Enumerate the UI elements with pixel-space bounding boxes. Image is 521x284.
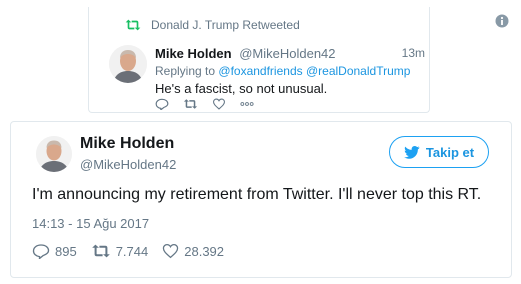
info-icon[interactable] [495,14,509,28]
avatar-image [36,136,72,172]
like-count: 28.392 [184,243,225,259]
author-handle[interactable]: @MikeHolden42 [80,157,176,172]
retweet-action-bar [155,98,254,110]
mention-link[interactable]: @realDonaldTrump [306,64,410,78]
avatar-image [109,45,147,83]
retweet-count: 7.744 [115,243,149,259]
reply-icon[interactable] [155,98,169,110]
avatar[interactable] [36,136,72,172]
retweeted-tweet-card[interactable]: Donald J. Trump Retweeted Mike Holden @M… [88,7,430,113]
like-action[interactable]: 28.392 [162,243,224,259]
author-name[interactable]: Mike Holden [80,135,174,153]
reply-action[interactable]: 895 [32,243,77,259]
tweet-action-bar: 895 7.744 28.392 [32,243,238,259]
retweet-author-line: Mike Holden @MikeHolden42 13m [155,46,425,62]
retweet-icon [91,244,110,258]
retweet-icon[interactable] [183,98,198,110]
heart-icon[interactable] [212,98,226,110]
bird-icon [404,145,420,159]
reply-icon [32,244,50,259]
author-handle[interactable]: @MikeHolden42 [239,46,335,61]
replying-to-label: Replying to [155,64,216,78]
follow-button-label: Takip et [425,144,475,160]
replying-to: Replying to @foxandfriends @realDonaldTr… [155,64,410,78]
heart-icon [163,243,179,259]
follow-button[interactable]: Takip et [389,136,489,168]
avatar[interactable] [109,45,147,83]
more-dots-icon[interactable] [240,101,254,107]
tweet-timestamp[interactable]: 14:13 - 15 Ağu 2017 [32,216,149,231]
tweet-text: I'm announcing my retirement from Twitte… [32,186,482,203]
retweet-header: Donald J. Trump Retweeted [125,16,300,34]
retweet-icon [125,19,141,31]
retweet-header-text: Donald J. Trump Retweeted [151,18,300,32]
retweet-action[interactable]: 7.744 [91,243,149,259]
author-name[interactable]: Mike Holden [155,46,232,61]
tweet-card[interactable]: Mike Holden @MikeHolden42 Takip et I'm a… [10,121,512,278]
mention-link[interactable]: @foxandfriends [218,64,302,78]
tweet-time[interactable]: 13m [402,46,425,60]
reply-count: 895 [55,243,77,259]
retweet-body: He's a fascist, so not unusual. [155,81,328,96]
